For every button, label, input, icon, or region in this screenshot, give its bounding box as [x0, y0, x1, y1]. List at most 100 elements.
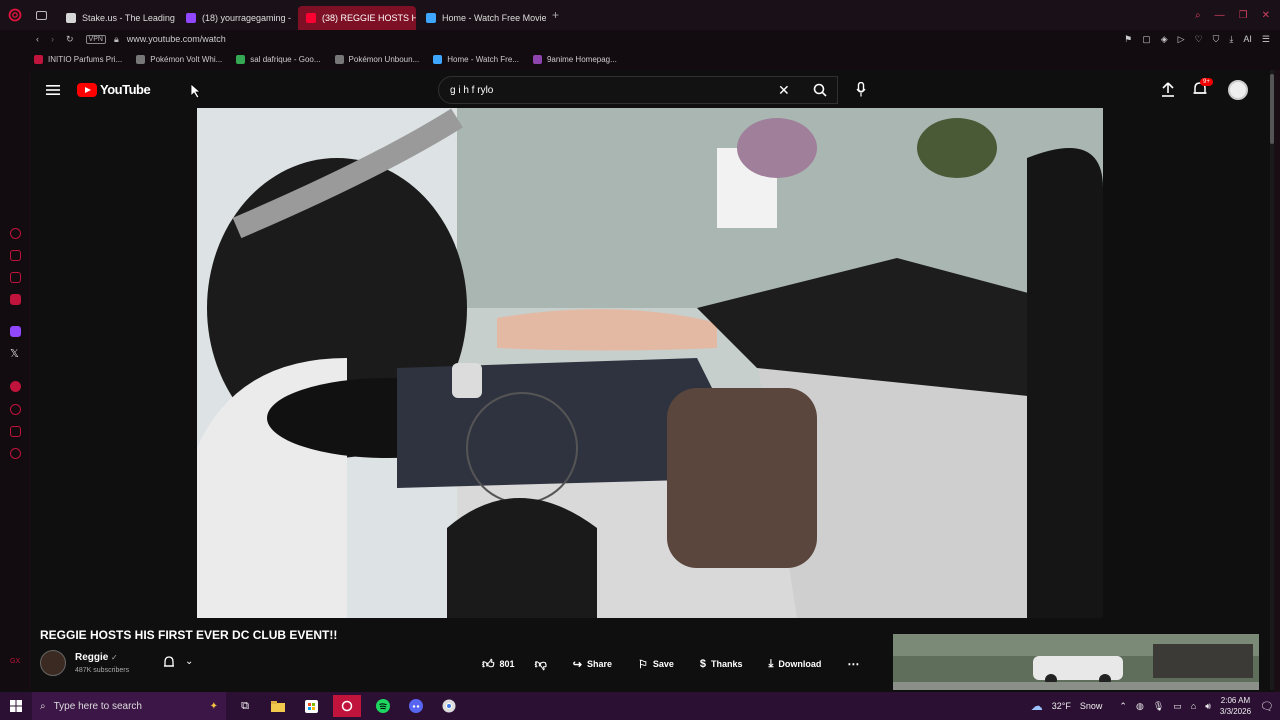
thanks-label: Thanks: [711, 659, 743, 669]
download-button[interactable]: ⤓ Download: [769, 658, 822, 671]
clock[interactable]: 2:06 AM 3/3/2026: [1220, 695, 1251, 717]
tab-favicon-icon: [306, 13, 316, 23]
volume-icon[interactable]: 🔊︎: [1205, 701, 1211, 712]
tray-chevron-icon[interactable]: ⌃: [1119, 701, 1127, 712]
display-icon[interactable]: ▭: [1173, 701, 1182, 712]
aria-ai-label: AI: [1243, 34, 1252, 44]
browser-tab[interactable]: (38) REGGIE HOSTS H: [298, 6, 416, 30]
youtube-logo[interactable]: YouTube: [77, 82, 151, 97]
network-icon[interactable]: ⌂: [1191, 701, 1196, 711]
bookmark-item[interactable]: sal dafrique - Goo...: [236, 54, 321, 64]
tray-app-icon[interactable]: ◍: [1136, 701, 1144, 712]
weather-label[interactable]: Snow: [1080, 701, 1103, 711]
bookmark-label: 9anime Homepag...: [546, 54, 617, 64]
browser-tab[interactable]: Stake.us - The Leading Sc: [58, 6, 176, 30]
share-button[interactable]: ↪ Share: [573, 658, 612, 671]
sidebar-item-shop[interactable]: [10, 250, 21, 261]
save-button[interactable]: ⚐ Save: [638, 658, 674, 671]
tab-favicon-icon: [66, 13, 76, 23]
play-icon[interactable]: ▷: [1178, 34, 1185, 45]
avatar[interactable]: [1228, 80, 1248, 100]
sidebar-item-gx[interactable]: GX: [10, 658, 20, 665]
browser-tab[interactable]: Home - Watch Free Movie: [418, 6, 546, 30]
clear-search-icon[interactable]: ✕: [778, 82, 790, 99]
browser-tab[interactable]: (18) yourragegaming -: [178, 6, 296, 30]
url-field[interactable]: www.youtube.com/watch: [127, 34, 226, 44]
weather-icon[interactable]: ☁: [1031, 699, 1043, 713]
snapshot-icon[interactable]: ▢: [1142, 34, 1151, 45]
like-button[interactable]: 👍︎ 801: [482, 657, 515, 672]
browser-logo-icon[interactable]: [0, 8, 30, 22]
close-window-button[interactable]: ✕: [1262, 10, 1270, 21]
start-button[interactable]: [0, 695, 32, 717]
notification-center-icon[interactable]: 🗨︎: [1260, 700, 1274, 713]
chrome-icon[interactable]: [438, 695, 460, 717]
file-explorer-icon[interactable]: [267, 695, 289, 717]
heart-icon[interactable]: ♡: [1195, 34, 1203, 45]
microphone-icon[interactable]: 🎙︎: [1153, 701, 1164, 712]
store-icon[interactable]: [300, 695, 322, 717]
weather-temp[interactable]: 32°F: [1052, 701, 1071, 711]
thanks-button[interactable]: $ Thanks: [700, 658, 743, 670]
sidebar-item-history[interactable]: [10, 228, 21, 239]
aria-ai-button[interactable]: AI: [1243, 34, 1252, 44]
tab-manager-icon[interactable]: [30, 10, 52, 20]
ad-banner[interactable]: [893, 634, 1259, 690]
channel-name[interactable]: Reggie: [75, 652, 108, 663]
bookmark-label: INITIO Parfums Pri...: [48, 54, 123, 64]
search-tabs-icon[interactable]: ⌕: [1195, 10, 1201, 21]
download-icon: ⤓: [768, 657, 774, 670]
search-input-value: g i h f rylo: [450, 84, 494, 96]
bookmark-item[interactable]: Pokémon Unboun...: [334, 54, 420, 64]
subscriber-count: 487K subscribers: [75, 667, 130, 674]
spotify-icon[interactable]: [372, 695, 394, 717]
bookmark-label: Pokémon Unboun...: [348, 54, 420, 64]
maximize-button[interactable]: ❐: [1239, 10, 1248, 21]
bookmark-label: Pokémon Volt Whi...: [150, 54, 223, 64]
youtube-logo-text: YouTube: [100, 82, 151, 97]
download-icon[interactable]: ⤓: [1229, 34, 1233, 45]
discord-icon[interactable]: [405, 695, 427, 717]
bookmark-item[interactable]: INITIO Parfums Pri...: [34, 54, 123, 64]
task-view-icon[interactable]: ⧉: [234, 695, 256, 717]
subscribe-bell-button[interactable]: ⌄: [163, 656, 193, 669]
thumbs-up-icon: 👍︎: [482, 656, 495, 671]
windows-icon: [10, 700, 22, 712]
search-button[interactable]: [802, 76, 838, 104]
voice-search-icon[interactable]: [856, 81, 866, 102]
video-player[interactable]: [197, 108, 1103, 618]
bookmark-favicon-icon: [236, 54, 246, 64]
bookmark-icon: ⚐: [638, 658, 648, 671]
menu-icon[interactable]: [46, 83, 60, 101]
sidebar-item-settings[interactable]: [10, 448, 21, 459]
new-tab-button[interactable]: +: [552, 8, 559, 22]
sidebar-item-twitch[interactable]: [10, 326, 21, 337]
easy-setup-icon[interactable]: ☰: [1262, 34, 1270, 45]
sidebar-item-extensions[interactable]: [10, 426, 21, 437]
taskbar-search[interactable]: ⌕ Type here to search ✦: [32, 692, 226, 720]
shield-icon[interactable]: ◈: [1161, 34, 1168, 45]
lock-icon: 🔒︎: [113, 33, 119, 44]
sidebar-item-clock[interactable]: [10, 404, 21, 415]
wallet-icon[interactable]: ⛉: [1213, 34, 1220, 45]
bookmark-item[interactable]: Home - Watch Fre...: [433, 54, 519, 64]
sidebar-item-wallet[interactable]: [10, 272, 21, 283]
reload-button[interactable]: ↻: [66, 34, 74, 45]
back-button[interactable]: ‹: [36, 34, 39, 44]
sidebar-item-x[interactable]: 𝕏: [10, 347, 19, 360]
forward-button[interactable]: ›: [51, 34, 54, 44]
bookmark-item[interactable]: 9anime Homepag...: [532, 54, 617, 64]
dislike-button[interactable]: 👎︎: [535, 657, 547, 672]
channel-avatar[interactable]: [40, 650, 66, 676]
opera-gx-taskbar-icon[interactable]: [333, 695, 361, 717]
minimize-button[interactable]: —: [1215, 10, 1225, 21]
youtube-play-icon: [77, 82, 97, 97]
bookmark-item[interactable]: Pokémon Volt Whi...: [136, 54, 223, 64]
sidebar-item-news[interactable]: [10, 294, 21, 305]
sidebar-item-spotify[interactable]: [10, 381, 21, 392]
bookmark-icon[interactable]: ⚑: [1124, 34, 1132, 45]
notifications-button[interactable]: 9+: [1192, 78, 1213, 102]
vpn-badge[interactable]: VPN: [85, 34, 106, 44]
upload-icon[interactable]: [1161, 82, 1175, 102]
more-actions-icon[interactable]: ⋯: [847, 657, 859, 671]
